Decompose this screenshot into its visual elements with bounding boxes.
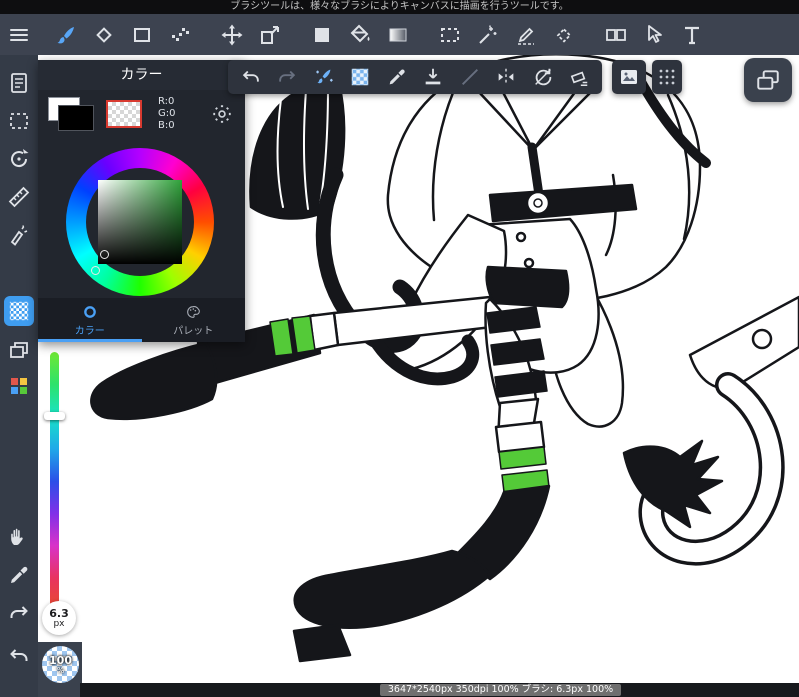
fill-square-icon[interactable] [310,23,334,47]
line-icon[interactable] [459,66,481,88]
image-button[interactable] [612,60,646,94]
canvas-info: 3647*2540px 350dpi 100% ブラシ: 6.3px 100% [379,684,622,696]
brush-opacity-value: 100 [49,653,72,667]
sidebar-group-tools [4,296,34,398]
tab-palette[interactable]: パレット [142,298,246,342]
tool-group [310,23,410,47]
transform-icon[interactable] [258,23,282,47]
pages-icon[interactable] [7,71,31,95]
color-tab-icon [82,304,98,320]
grid-dots-icon[interactable] [655,65,679,89]
menu-area [0,23,38,47]
select-pen-icon[interactable] [514,23,538,47]
brush-size-badge[interactable]: 6.3 px [42,601,76,635]
gradient-icon[interactable] [386,23,410,47]
symmetry-icon[interactable] [495,66,517,88]
halftone-icon[interactable] [4,296,34,326]
select-eraser-icon[interactable] [552,23,576,47]
brush-icon[interactable] [54,23,78,47]
rgb-values: R:0 G:0 B:0 [152,96,201,132]
eyedropper-icon[interactable] [7,563,31,587]
brush-size-unit: px [53,618,65,629]
sidebar-group-bottom [7,644,31,668]
swatch-row: R:0 G:0 B:0 [38,90,245,138]
undo-icon[interactable] [240,66,262,88]
rotate-reset-icon[interactable] [532,66,554,88]
rotate-view-icon[interactable] [7,147,31,171]
quick-toolbar [228,60,602,94]
hue-slider-handle[interactable] [44,412,65,420]
split-view-icon[interactable] [604,23,628,47]
rect-tool-icon[interactable] [130,23,154,47]
clear-icon[interactable] [568,66,590,88]
sidebar-group-nav [7,525,31,625]
tool-group [604,23,704,47]
move-icon[interactable] [220,23,244,47]
select-rect-icon[interactable] [438,23,462,47]
palette-icon [185,304,201,320]
rgb-r: R:0 [158,96,175,107]
hue-slider[interactable] [50,352,59,610]
hand-icon[interactable] [7,525,31,549]
dot-pen-icon[interactable] [168,23,192,47]
color-panel-title: カラー [38,60,245,90]
overview-button[interactable] [744,58,792,102]
saturation-square[interactable] [98,180,182,264]
menu-icon[interactable] [7,23,31,47]
tab-color[interactable]: カラー [38,298,142,342]
materials-icon[interactable] [7,374,31,398]
eraser-icon[interactable] [92,23,116,47]
bucket-icon[interactable] [348,23,372,47]
brush-opacity-unit: % [56,665,65,675]
left-sidebar [0,55,38,697]
save-icon[interactable] [422,66,444,88]
brush-size-value: 6.3 [49,606,69,620]
undo-icon[interactable] [7,644,31,668]
brush-opacity-badge[interactable]: 100 % [42,646,79,683]
toolbar-groups [54,23,732,47]
color-swatch-pair[interactable] [48,97,96,131]
tool-group [54,23,192,47]
transparent-color-swatch[interactable] [106,100,142,128]
rgb-g: G:0 [158,108,176,119]
text-tool-icon[interactable] [680,23,704,47]
paint-app-window: ブラシツールは、様々なブラシによりキャンバスに描画を行うツールです。 カラー R… [0,0,799,697]
magic-wand-icon[interactable] [476,23,500,47]
toolbar-drag-handle[interactable] [652,60,682,94]
cursor-icon[interactable] [642,23,666,47]
tab-color-label: カラー [74,325,105,337]
color-panel-tabs: カラー パレット [38,298,245,342]
foreground-color-swatch[interactable] [58,105,94,131]
notification-bar: ブラシツールは、様々なブラシによりキャンバスに描画を行うツールです。 [0,0,799,14]
tool-group [438,23,576,47]
status-bar: 3647*2540px 350dpi 100% ブラシ: 6.3px 100% [80,683,799,697]
select-marquee-icon[interactable] [7,109,31,133]
redo-icon[interactable] [276,66,298,88]
redo-icon[interactable] [7,601,31,625]
checker-pattern-icon[interactable] [349,66,371,88]
layers-icon[interactable] [7,338,31,362]
airbrush-icon[interactable] [7,223,31,247]
color-wheel[interactable] [38,138,245,298]
tool-group [220,23,282,47]
eyedropper-icon[interactable] [386,66,408,88]
ruler-icon[interactable] [7,185,31,209]
brush-sparkle-icon[interactable] [313,66,335,88]
hue-marker [91,266,100,275]
top-toolbar [0,14,799,55]
rgb-b: B:0 [158,120,175,131]
image-icon[interactable] [617,65,641,89]
sidebar-group-top [7,71,31,247]
settings-gear-icon[interactable] [211,103,233,125]
tab-palette-label: パレット [173,325,214,337]
color-panel: カラー R:0 G:0 B:0 カラー パレット [38,60,245,342]
sv-marker [100,250,109,259]
overview-icon[interactable] [754,67,782,93]
